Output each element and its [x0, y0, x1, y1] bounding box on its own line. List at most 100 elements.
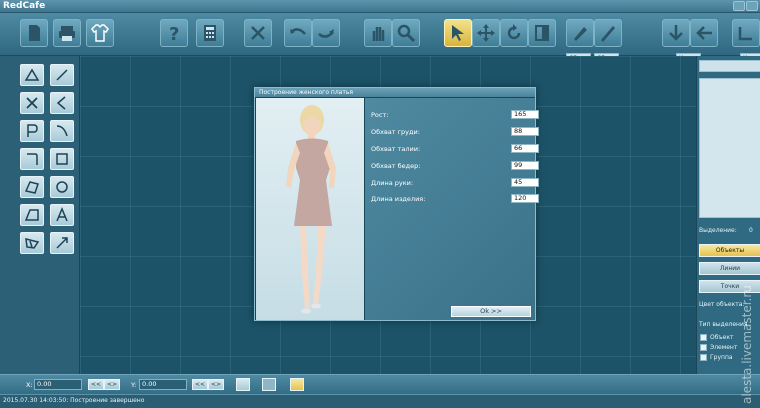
- height-input[interactable]: 165: [511, 110, 539, 119]
- svg-text:?: ?: [169, 24, 179, 43]
- undo-icon: [290, 28, 306, 35]
- select-group-label: Группа: [710, 354, 733, 361]
- mirror-tool-button[interactable]: [528, 19, 556, 47]
- circle-icon: [56, 181, 68, 193]
- help-icon: ?: [169, 24, 179, 43]
- garment-length-input[interactable]: 120: [511, 194, 539, 203]
- corner-tool[interactable]: [20, 148, 44, 170]
- hips-input[interactable]: 99: [511, 161, 539, 170]
- main-toolbar: ? Сброс Сброс Копия Копи: [0, 13, 760, 62]
- fold-icon: [25, 238, 40, 249]
- pointer-icon: [452, 25, 464, 41]
- arm-length-input[interactable]: 45: [511, 178, 539, 187]
- watermark-text: alesta.livemaster.ru: [740, 285, 754, 404]
- line-tool[interactable]: [50, 64, 74, 86]
- extend-arrow-icon: [56, 237, 68, 249]
- redo-button[interactable]: [312, 19, 340, 47]
- calculator-icon: [204, 25, 216, 41]
- arrow-left-icon: [696, 26, 712, 40]
- bust-input[interactable]: 88: [511, 127, 539, 136]
- hips-label: Обхват бедер:: [371, 162, 421, 170]
- magnet-button[interactable]: [290, 378, 304, 391]
- scissors-icon: [251, 26, 265, 40]
- minimize-button[interactable]: [733, 1, 745, 11]
- dress-figure-icon: [286, 105, 336, 314]
- height-row: Рост: 165: [371, 110, 539, 120]
- new-document-icon: [29, 25, 40, 41]
- triangle-tool[interactable]: [20, 64, 44, 86]
- grid-toggle-button[interactable]: [262, 378, 276, 391]
- arm-length-row: Длина руки: 45: [371, 178, 539, 188]
- rotate-tool-button[interactable]: [500, 19, 528, 47]
- shirt-icon: [91, 24, 109, 42]
- polygon-icon: [24, 181, 39, 194]
- coordinates-bar: X: 0.00 << <> Y: 0.00 << <>: [0, 374, 760, 394]
- circle-tool[interactable]: [50, 176, 74, 198]
- curve-tool[interactable]: [50, 120, 74, 142]
- x-next-button[interactable]: <>: [104, 379, 121, 390]
- triangle-icon: [24, 68, 40, 81]
- y-coord-field[interactable]: 0.00: [139, 379, 187, 390]
- tools-panel: [0, 56, 80, 374]
- select-tool-button[interactable]: [444, 19, 472, 47]
- pan-button[interactable]: [364, 19, 392, 47]
- snap-button[interactable]: [236, 378, 250, 391]
- x-coord-field[interactable]: 0.00: [34, 379, 82, 390]
- tool-icon: [738, 27, 752, 41]
- help-button[interactable]: ?: [160, 19, 188, 47]
- point-tool[interactable]: [20, 120, 44, 142]
- arrow-down-icon: [669, 25, 683, 41]
- new-document-button[interactable]: [20, 19, 48, 47]
- garment-length-row: Длина изделия: 120: [371, 194, 539, 204]
- maximize-button[interactable]: [746, 1, 758, 11]
- cut-button[interactable]: [244, 19, 272, 47]
- measurements-form: Рост: 165 Обхват груди: 88 Обхват талии:…: [365, 98, 539, 320]
- bust-label: Обхват груди:: [371, 128, 420, 136]
- cut-tool[interactable]: [20, 92, 44, 114]
- copy-down-button[interactable]: [662, 19, 690, 47]
- selection-label: Выделение:: [699, 227, 737, 234]
- garment-length-label: Длина изделия:: [371, 195, 426, 203]
- app-title: RedCafe: [3, 1, 46, 11]
- height-label: Рост:: [371, 111, 389, 119]
- x-coord-label: X:: [26, 381, 33, 389]
- point-letter-icon: [27, 124, 38, 137]
- polygon-tool[interactable]: [20, 176, 44, 198]
- brush-tool-button[interactable]: [566, 19, 594, 47]
- pencil-tool-button[interactable]: [594, 19, 622, 47]
- scissors-icon: [26, 97, 38, 109]
- zoom-button[interactable]: [392, 19, 420, 47]
- hand-icon: [372, 27, 385, 41]
- calculator-button[interactable]: [196, 19, 224, 47]
- rectangle-tool[interactable]: [50, 148, 74, 170]
- angle-tool[interactable]: [50, 92, 74, 114]
- select-group-checkbox[interactable]: [700, 354, 707, 361]
- waist-input[interactable]: 66: [511, 144, 539, 153]
- selection-count: 0: [749, 227, 753, 234]
- y-next-button[interactable]: <>: [208, 379, 225, 390]
- text-a-icon: [56, 207, 68, 222]
- waist-row: Обхват талии: 66: [371, 144, 539, 154]
- text-tool[interactable]: [50, 204, 74, 226]
- pattern-library-button[interactable]: [86, 19, 114, 47]
- select-object-checkbox[interactable]: [700, 334, 707, 341]
- angle-icon: [56, 96, 66, 110]
- preview-box: [699, 78, 760, 218]
- y-prev-button[interactable]: <<: [192, 379, 209, 390]
- brush-icon: [574, 27, 587, 41]
- ok-button[interactable]: Ok >>: [451, 306, 531, 317]
- x-prev-button[interactable]: <<: [88, 379, 105, 390]
- fold-tool[interactable]: [20, 232, 44, 254]
- select-element-checkbox[interactable]: [700, 344, 707, 351]
- print-button[interactable]: [53, 19, 81, 47]
- move-tool-button[interactable]: [472, 19, 500, 47]
- y-coord-label: Y:: [131, 381, 137, 389]
- extend-tool[interactable]: [50, 232, 74, 254]
- undo-button[interactable]: [284, 19, 312, 47]
- dart-tool[interactable]: [20, 204, 44, 226]
- measure-tool-button[interactable]: [732, 19, 760, 47]
- line-icon: [56, 69, 68, 81]
- copy-left-button[interactable]: [690, 19, 718, 47]
- pencil-icon: [601, 26, 615, 42]
- status-bar: 2015.07.30 14:03:50: Построение завершен…: [0, 394, 760, 408]
